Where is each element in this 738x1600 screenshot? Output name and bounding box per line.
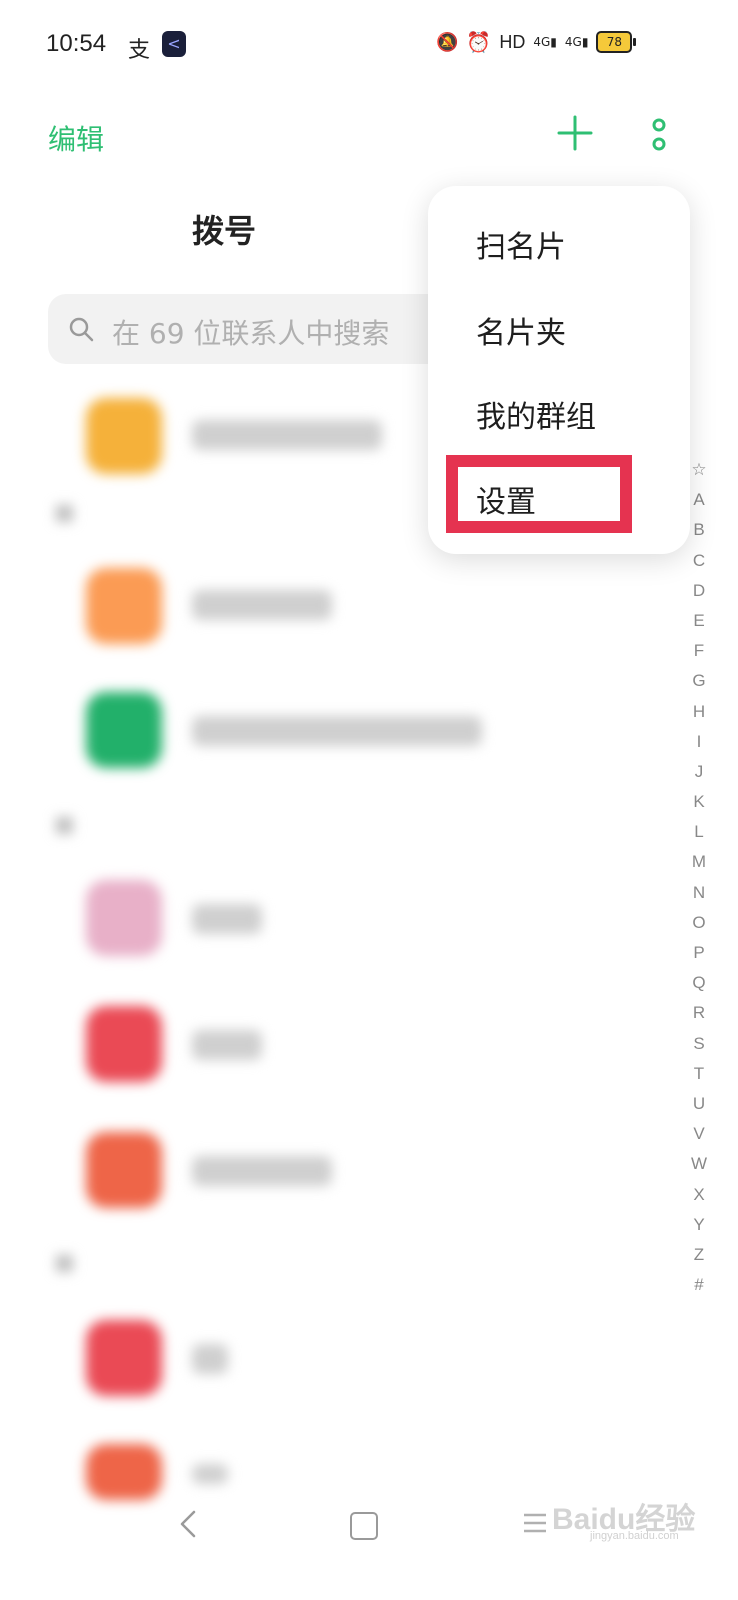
contact-avatar: [86, 1320, 162, 1396]
alphabet-index-letter[interactable]: K: [688, 787, 710, 817]
alphabet-index-letter[interactable]: Y: [688, 1210, 710, 1240]
contact-name: [192, 904, 262, 934]
tab-dial[interactable]: 拨号: [192, 206, 256, 252]
contact-name: [192, 1344, 228, 1374]
menu-item-scan-card[interactable]: 扫名片: [476, 222, 566, 266]
alphabet-index-letter[interactable]: Q: [688, 968, 710, 998]
signal-icon-2: 4G▮: [564, 35, 589, 49]
alphabet-index[interactable]: ☆ A B C D E F G H I J K L M N O P Q R S T U V W X Y Z #: [688, 455, 710, 1300]
plus-icon[interactable]: [556, 114, 594, 152]
contact-avatar: [86, 1444, 162, 1500]
section-letter: ■: [54, 500, 75, 525]
alphabet-index-letter[interactable]: S: [688, 1029, 710, 1059]
contact-name: [192, 420, 382, 450]
alphabet-index-letter[interactable]: X: [688, 1180, 710, 1210]
watermark-sub: jingyan.baidu.com: [590, 1530, 679, 1542]
contact-name: [192, 1464, 228, 1484]
alphabet-index-letter[interactable]: J: [688, 757, 710, 787]
contact-name: [192, 1030, 262, 1060]
alphabet-index-letter[interactable]: T: [688, 1059, 710, 1089]
alphabet-index-letter[interactable]: B: [688, 515, 710, 545]
section-letter: ■: [54, 812, 75, 837]
contact-avatar: [86, 398, 162, 474]
alphabet-index-letter[interactable]: ☆: [688, 455, 710, 485]
alphabet-index-letter[interactable]: G: [688, 666, 710, 696]
alphabet-index-letter[interactable]: L: [688, 817, 710, 847]
alphabet-index-letter[interactable]: M: [688, 847, 710, 877]
search-icon: [69, 317, 94, 342]
mute-icon: 🔕: [436, 31, 459, 53]
alphabet-index-letter[interactable]: R: [688, 998, 710, 1028]
highlight-box: [446, 455, 632, 533]
alphabet-index-letter[interactable]: F: [688, 636, 710, 666]
contact-name: [192, 1156, 332, 1186]
alphabet-index-letter[interactable]: U: [688, 1089, 710, 1119]
contact-avatar: [86, 692, 162, 768]
recent-apps-icon[interactable]: [522, 1510, 548, 1536]
alphabet-index-letter[interactable]: Z: [688, 1240, 710, 1270]
alphabet-index-letter[interactable]: H: [688, 697, 710, 727]
alphabet-index-letter[interactable]: A: [688, 485, 710, 515]
alphabet-index-letter[interactable]: I: [688, 727, 710, 757]
status-indicators: 🔕 ⏰ HD 4G▮ 4G▮ 78: [436, 30, 637, 54]
more-vertical-icon[interactable]: [648, 118, 670, 152]
alphabet-index-letter[interactable]: D: [688, 576, 710, 606]
contact-avatar: [86, 568, 162, 644]
contact-avatar: [86, 880, 162, 956]
battery-icon: 78: [596, 31, 637, 53]
status-time: 10:54: [46, 30, 107, 57]
alarm-icon: ⏰: [466, 30, 492, 54]
search-placeholder: 在 69 位联系人中搜索: [112, 317, 390, 350]
notification-app-icon-2: <: [162, 31, 186, 57]
alphabet-index-letter[interactable]: #: [688, 1270, 710, 1300]
contact-name: [192, 590, 332, 620]
network-label: HD: [499, 31, 526, 52]
home-icon[interactable]: [350, 1512, 378, 1540]
alphabet-index-letter[interactable]: C: [688, 546, 710, 576]
alphabet-index-letter[interactable]: E: [688, 606, 710, 636]
alphabet-index-letter[interactable]: V: [688, 1119, 710, 1149]
contact-name: [192, 716, 482, 746]
contact-avatar: [86, 1006, 162, 1082]
edit-button[interactable]: 编辑: [48, 118, 104, 158]
alphabet-index-letter[interactable]: N: [688, 878, 710, 908]
menu-item-my-groups[interactable]: 我的群组: [476, 392, 596, 436]
alphabet-index-letter[interactable]: W: [688, 1149, 710, 1179]
alphabet-index-letter[interactable]: O: [688, 908, 710, 938]
signal-icon: 4G▮: [533, 35, 557, 49]
notification-app-icon: 支: [128, 38, 151, 63]
alphabet-index-letter[interactable]: P: [688, 938, 710, 968]
back-icon[interactable]: [176, 1508, 206, 1540]
menu-item-card-holder[interactable]: 名片夹: [476, 308, 566, 352]
contact-avatar: [86, 1132, 162, 1208]
section-letter: ■: [54, 1250, 75, 1275]
